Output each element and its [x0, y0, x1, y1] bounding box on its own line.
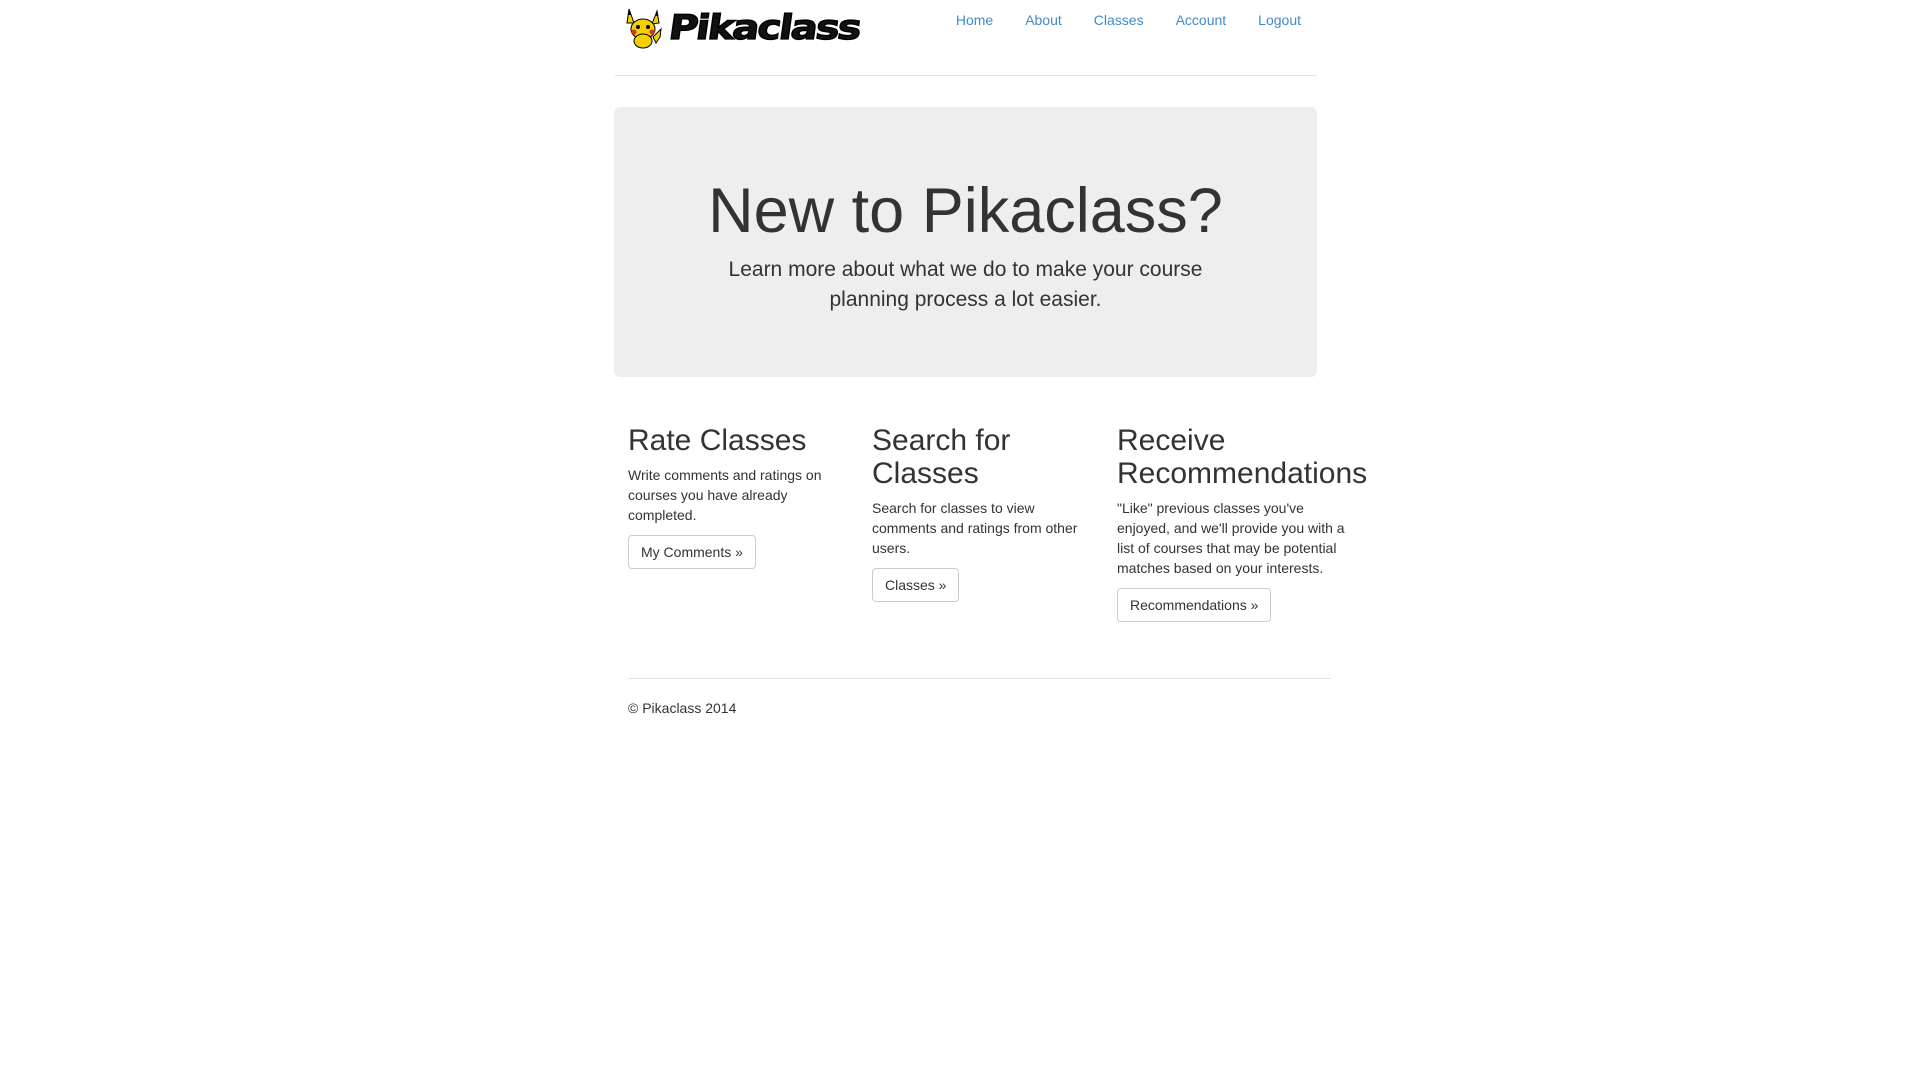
- feature-text: Write comments and ratings on courses yo…: [628, 467, 822, 523]
- nav-about-link[interactable]: About: [1009, 0, 1078, 40]
- page: Pikaclass Home About Classes Account Log…: [0, 0, 1920, 1080]
- brand-logo[interactable]: Pikaclass: [623, 5, 864, 51]
- recommendations-button[interactable]: Recommendations »: [1117, 588, 1272, 622]
- my-comments-button[interactable]: My Comments »: [628, 535, 756, 569]
- main-nav: Home About Classes Account Logout: [940, 0, 1317, 40]
- nav-classes-link[interactable]: Classes: [1078, 0, 1160, 40]
- nav-logout-link[interactable]: Logout: [1242, 0, 1317, 40]
- nav-home-link[interactable]: Home: [940, 0, 1009, 40]
- brand-name: Pikaclass: [666, 8, 864, 48]
- classes-button[interactable]: Classes »: [872, 568, 960, 602]
- pikachu-logo-icon: [626, 8, 662, 49]
- header: Pikaclass Home About Classes Account Log…: [615, 0, 1317, 76]
- feature-title-line: Classes: [872, 457, 979, 490]
- feature-search-classes: Search for Classes Search for classes to …: [872, 424, 1102, 602]
- jumbotron-text: Learn more about what we do to make your…: [728, 258, 1203, 311]
- jumbotron-title: New to Pikaclass?: [708, 176, 1223, 246]
- feature-title: Search for Classes: [872, 424, 1102, 490]
- jumbotron: New to Pikaclass? Learn more about what …: [614, 107, 1317, 377]
- feature-title-line: Recommendations: [1117, 457, 1368, 490]
- feature-title: Rate Classes: [628, 424, 807, 457]
- footer-copyright: © Pikaclass 2014: [628, 700, 737, 716]
- feature-title-line: Receive: [1117, 424, 1226, 457]
- feature-title-line: Search for: [872, 424, 1011, 457]
- footer-divider: [628, 678, 1331, 679]
- feature-recommendations: Receive Recommendations "Like" previous c…: [1117, 424, 1367, 622]
- feature-title: Receive Recommendations: [1117, 424, 1367, 490]
- nav-account-link[interactable]: Account: [1160, 0, 1243, 40]
- feature-rate-classes: Rate Classes Write comments and ratings …: [628, 424, 858, 569]
- feature-text: "Like" previous classes you've enjoyed, …: [1117, 500, 1345, 576]
- feature-text: Search for classes to view comments and …: [872, 500, 1078, 556]
